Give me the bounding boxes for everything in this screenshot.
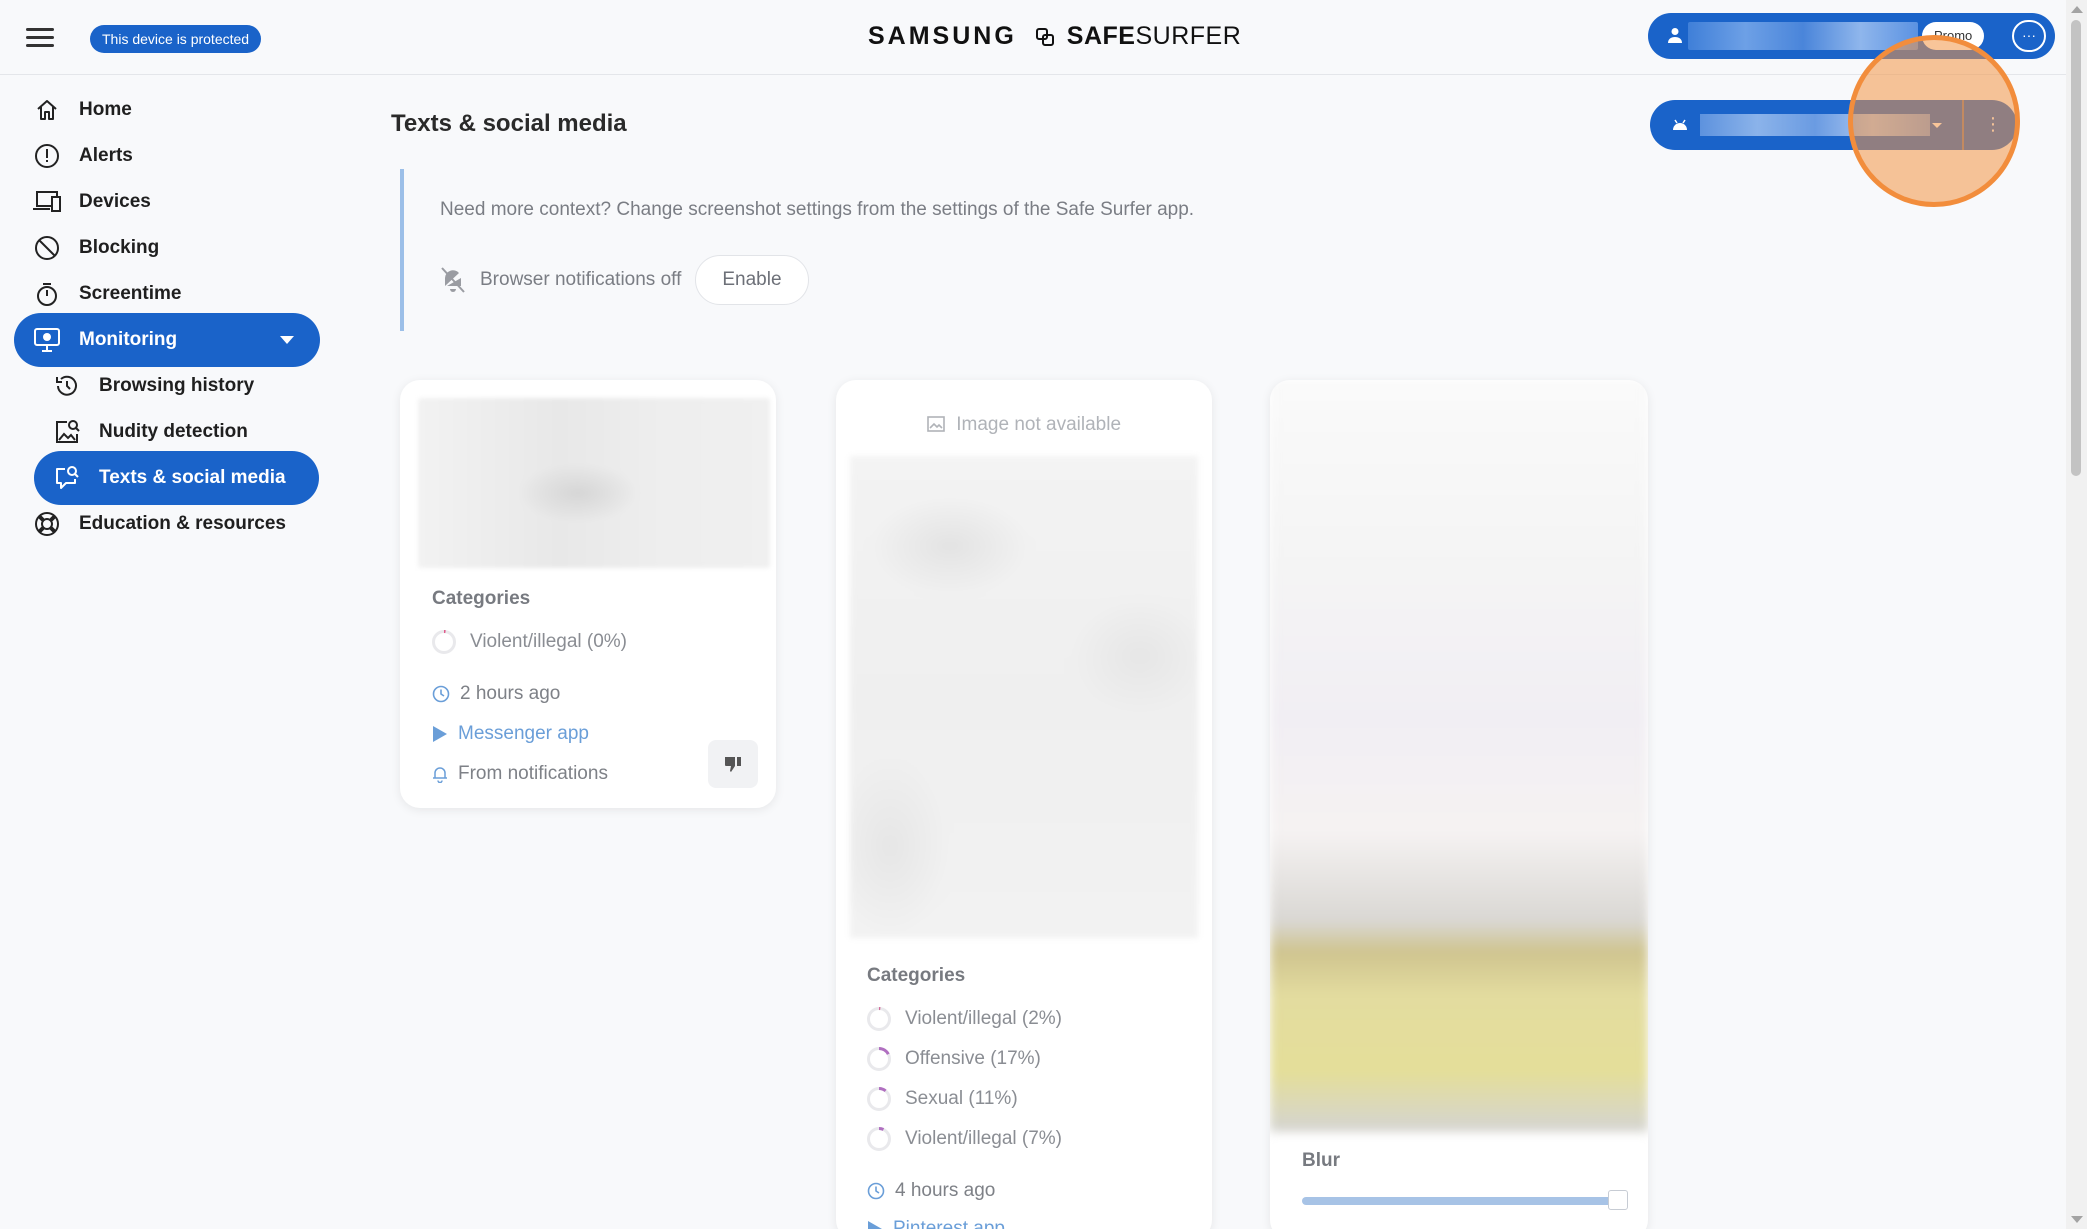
click-highlight-marker <box>1848 35 2020 207</box>
notifications-row: Browser notifications off Enable <box>440 255 809 305</box>
sidebar-item-label: Browsing history <box>99 375 255 396</box>
sidebar-item-label: Nudity detection <box>99 421 248 442</box>
screenshot-settings-hint: Need more context? Change screenshot set… <box>440 199 1195 220</box>
sidebar-item-label: Devices <box>79 191 151 212</box>
notifications-status: Browser notifications off <box>480 269 682 290</box>
brand-surfer: SURFER <box>1135 22 1242 50</box>
category-label: Sexual (11%) <box>905 1088 1018 1109</box>
thumbs-down-button[interactable] <box>708 740 758 788</box>
safesurfer-logo-icon <box>1035 27 1054 46</box>
brand-samsung: SAMSUNG <box>868 22 1017 50</box>
time-ago: 2 hours ago <box>460 683 561 704</box>
scroll-down-arrow-icon[interactable] <box>2071 1216 2083 1223</box>
devices-icon <box>32 187 62 217</box>
category-row: Violent/illegal (0%) <box>432 630 627 654</box>
brand-safe: SAFE <box>1066 22 1136 50</box>
category-ring-icon <box>867 1047 891 1071</box>
image-unavailable-text: Image not available <box>956 414 1122 435</box>
clock-icon <box>867 1182 885 1200</box>
lifebuoy-icon <box>32 509 62 539</box>
chat-search-icon <box>52 463 82 493</box>
source-label: From notifications <box>458 763 608 784</box>
category-label: Violent/illegal (0%) <box>470 631 628 652</box>
time-ago: 4 hours ago <box>895 1180 996 1201</box>
sidebar-item-label: Screentime <box>79 283 182 304</box>
bell-icon <box>432 765 448 783</box>
page-title: Texts & social media <box>391 110 627 137</box>
screenshot-thumbnail-pixelated[interactable] <box>418 398 770 568</box>
top-bar: This device is protected SAMSUNG SAFE SUR… <box>0 0 2066 75</box>
sidebar-item-label: Alerts <box>79 145 133 166</box>
category-label: Offensive (17%) <box>905 1048 1041 1069</box>
app-name: Pinterest app <box>893 1218 1005 1229</box>
screenshot-card[interactable]: Categories Violent/illegal (0%) 2 hours … <box>400 380 776 808</box>
play-store-icon <box>867 1220 883 1229</box>
category-label: Violent/illegal (7%) <box>905 1128 1063 1149</box>
brand-logo: SAMSUNG SAFE SURFER <box>868 22 1241 51</box>
category-row: Violent/illegal (2%) <box>867 1007 1062 1031</box>
sidebar-item-label: Home <box>79 99 132 120</box>
scroll-up-arrow-icon[interactable] <box>2071 6 2083 13</box>
screenshot-card[interactable]: Image not available Categories Violent/i… <box>836 380 1212 1229</box>
category-row: Offensive (17%) <box>867 1047 1041 1071</box>
thumbs-down-icon <box>725 757 741 772</box>
category-ring-icon <box>867 1127 891 1151</box>
blur-label: Blur <box>1302 1150 1340 1171</box>
broken-image-icon <box>927 416 945 432</box>
time-row: 2 hours ago <box>432 683 560 705</box>
sidebar-item-education[interactable]: Education & resources <box>14 497 320 551</box>
category-row: Sexual (11%) <box>867 1087 1018 1111</box>
category-ring-icon <box>867 1087 891 1111</box>
category-row: Violent/illegal (7%) <box>867 1127 1062 1151</box>
category-ring-icon <box>867 1007 891 1031</box>
hamburger-menu-icon[interactable] <box>24 24 56 52</box>
blur-slider-handle[interactable] <box>1608 1190 1628 1210</box>
block-icon <box>32 233 62 263</box>
sidebar-item-label: Texts & social media <box>99 467 286 488</box>
user-icon <box>1668 28 1682 43</box>
app-name: Messenger app <box>458 723 589 744</box>
stopwatch-icon <box>32 279 62 309</box>
screenshot-thumbnail-pixelated[interactable] <box>850 456 1198 938</box>
scrollbar-thumb[interactable] <box>2071 20 2081 476</box>
categories-title: Categories <box>867 965 966 986</box>
enable-notifications-button[interactable]: Enable <box>695 255 809 305</box>
time-row: 4 hours ago <box>867 1180 995 1202</box>
sidebar-item-label: Monitoring <box>79 329 178 350</box>
protection-status-badge: This device is protected <box>90 25 262 53</box>
image-search-icon <box>52 417 82 447</box>
screenshot-card[interactable]: Blur <box>1270 380 1648 1229</box>
android-icon <box>1673 119 1687 130</box>
account-email-redacted <box>1688 22 1918 50</box>
account-menu[interactable]: Promo ··· <box>1648 13 2055 59</box>
bell-off-icon <box>441 267 465 293</box>
clock-icon <box>432 685 450 703</box>
image-unavailable-row: Image not available <box>836 414 1212 436</box>
screenshot-thumbnail-blurred[interactable] <box>1270 380 1648 1132</box>
app-link[interactable]: Messenger app <box>432 723 589 745</box>
app-link[interactable]: Pinterest app <box>867 1218 1005 1229</box>
sidebar-item-label: Education & resources <box>79 513 286 534</box>
category-label: Violent/illegal (2%) <box>905 1008 1063 1029</box>
blur-slider-track[interactable] <box>1302 1197 1627 1205</box>
categories-title: Categories <box>432 588 531 609</box>
page-scrollbar[interactable] <box>2066 0 2087 1229</box>
sidebar-item-label: Blocking <box>79 237 160 258</box>
account-more-button[interactable]: ··· <box>2012 20 2046 52</box>
history-icon <box>52 371 82 401</box>
chevron-down-icon <box>280 336 294 344</box>
category-ring-icon <box>432 630 456 654</box>
monitor-icon <box>32 325 62 355</box>
source-row: From notifications <box>432 763 608 785</box>
info-callout: Need more context? Change screenshot set… <box>400 169 1300 331</box>
alert-circle-icon <box>32 141 62 171</box>
home-icon <box>32 95 62 125</box>
play-store-icon <box>432 725 448 743</box>
